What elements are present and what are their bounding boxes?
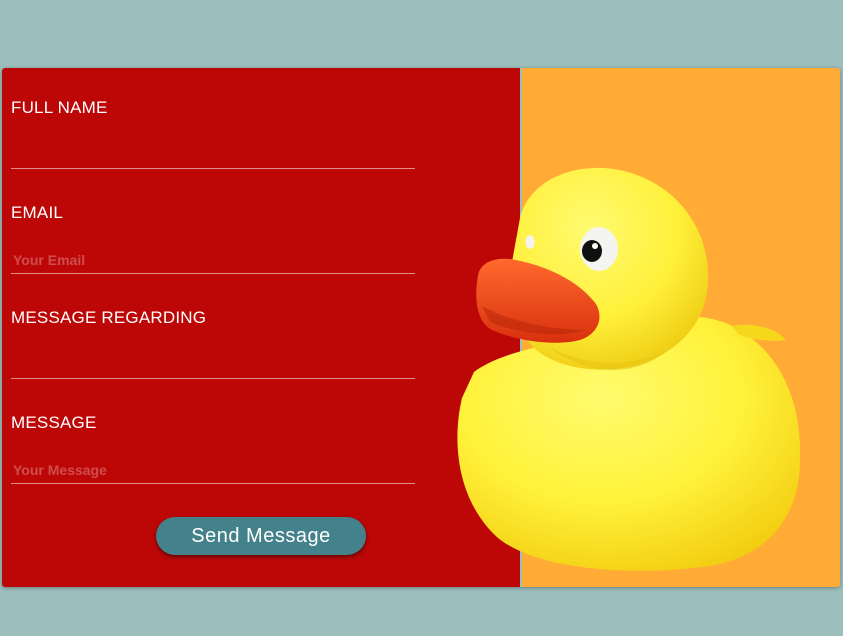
message-label: MESSAGE [11,413,97,432]
message-field: MESSAGE [11,413,415,499]
message-input[interactable] [11,457,415,484]
send-message-button[interactable]: Send Message [156,517,366,555]
email-label: EMAIL [11,203,64,222]
full-name-label: FULL NAME [11,98,108,117]
contact-card: FULL NAME EMAIL MESSAGE REGARDING MESSAG… [2,68,840,587]
message-regarding-field: MESSAGE REGARDING [11,308,415,394]
duck-image-panel [522,68,840,587]
message-regarding-label: MESSAGE REGARDING [11,308,207,327]
email-input[interactable] [11,247,415,274]
email-field: EMAIL [11,203,415,289]
message-regarding-input[interactable] [11,352,415,379]
contact-form: FULL NAME EMAIL MESSAGE REGARDING MESSAG… [2,68,520,587]
full-name-field: FULL NAME [11,98,415,184]
full-name-input[interactable] [11,142,415,169]
